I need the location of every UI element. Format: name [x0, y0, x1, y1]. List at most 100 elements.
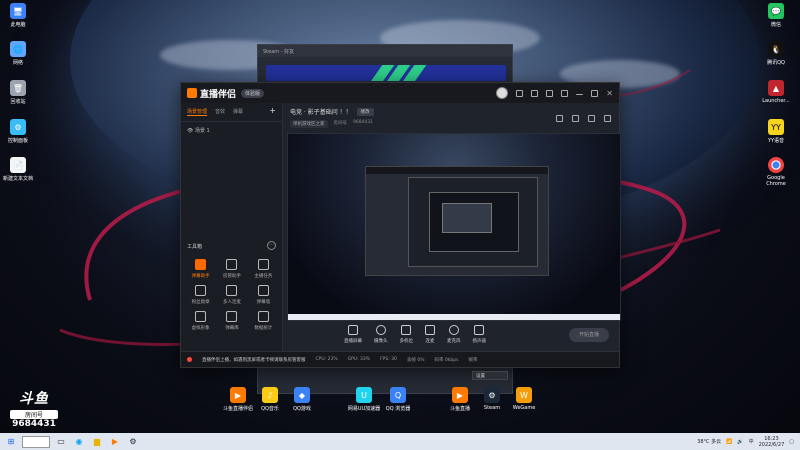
- douyu-watermark: 斗鱼 房间号 9684431: [10, 388, 58, 429]
- desktop-icon-computer[interactable]: 🖥 此电脑: [0, 3, 36, 28]
- desktop-icon-chrome[interactable]: Google Chrome: [758, 157, 794, 187]
- stream-preview[interactable]: [287, 133, 621, 321]
- desktop-icon-control-panel[interactable]: ⚙ 控制面板: [0, 119, 36, 144]
- app-titlebar[interactable]: 直播伴侣 体验版 ✕: [181, 83, 619, 103]
- desktop-icon-text-document[interactable]: 📄 新建文本文档: [0, 157, 36, 182]
- wegame-icon: W: [516, 387, 532, 403]
- tool-danmu-library[interactable]: 弹幕库: [216, 311, 247, 331]
- desktop-icon-wegame[interactable]: W WeGame: [506, 387, 542, 411]
- control-panel-icon: ⚙: [10, 119, 26, 135]
- add-scene-button[interactable]: +: [269, 107, 276, 116]
- settings-icon[interactable]: [546, 89, 554, 97]
- stat-framerate: 帧率: [468, 357, 478, 363]
- tab-audio[interactable]: 音效: [215, 108, 225, 116]
- desktop-icon-douyu-live[interactable]: ▶ 斗鱼直播: [442, 387, 478, 412]
- tool-streamer-tasks[interactable]: 主播任务: [248, 259, 279, 279]
- qq-icon: 🐧: [768, 41, 784, 57]
- desktop-icon-wechat[interactable]: 💬 微信: [758, 3, 794, 28]
- notification-icon[interactable]: ▢: [789, 439, 794, 445]
- task-view-icon[interactable]: ▭: [54, 436, 68, 448]
- desktop-icon-qq[interactable]: 🐧 腾讯QQ: [758, 41, 794, 66]
- volume-icon[interactable]: 🔊: [737, 439, 743, 445]
- control-speaker[interactable]: 扬声器: [473, 325, 486, 344]
- statistics-icon: [257, 311, 269, 322]
- screen-icon: [348, 325, 358, 335]
- scene-item[interactable]: 👁 场景 1: [181, 122, 282, 139]
- tool-avatar[interactable]: 虚拟形象: [185, 311, 216, 331]
- tool-danmu-assistant[interactable]: 弹幕助手: [185, 259, 216, 279]
- message-icon[interactable]: [531, 89, 539, 97]
- main-toolbar: [556, 115, 611, 122]
- windows-start-icon[interactable]: ⊞: [4, 436, 18, 448]
- camera-icon: [375, 325, 386, 335]
- tab-danmu[interactable]: 弹幕: [233, 108, 243, 116]
- desktop-icon-uu[interactable]: U 网易UU加速器: [346, 387, 382, 412]
- desktop-icon-network[interactable]: 🌐 网络: [0, 41, 36, 66]
- room-category[interactable]: 单机游戏区之家: [290, 120, 328, 128]
- edit-room-button[interactable]: 修改: [356, 107, 374, 116]
- computer-icon: 🖥: [10, 3, 26, 19]
- wechat-icon: 💬: [768, 3, 784, 19]
- douyu-taskbar-icon[interactable]: ▶: [108, 436, 122, 448]
- medal-icon: [195, 285, 207, 296]
- tab-scenes[interactable]: 场景管理: [187, 108, 208, 116]
- douyu-room-number: 9684431: [12, 419, 56, 429]
- record-icon[interactable]: [572, 115, 579, 122]
- tool-fan-medal[interactable]: 粉丝勋章: [185, 285, 216, 305]
- taskbar-search[interactable]: [22, 435, 50, 448]
- control-multi-camera[interactable]: 多机位: [400, 325, 413, 344]
- steam-taskbar-icon[interactable]: ⚙: [126, 436, 140, 448]
- desktop-icon-recycle-bin[interactable]: 🗑 回收站: [0, 80, 36, 105]
- clip-icon[interactable]: [588, 115, 595, 122]
- control-screen[interactable]: 直播屏幕: [344, 325, 362, 344]
- desktop-icon-douyu-companion[interactable]: ▶ 斗鱼直播伴侣: [220, 387, 256, 412]
- settings-dropdown[interactable]: 设置: [472, 371, 508, 380]
- edge-icon[interactable]: ◉: [72, 436, 86, 448]
- tool-statistics[interactable]: 数据统计: [248, 311, 279, 331]
- background-window-title: Steam - 好友: [258, 45, 512, 57]
- share-icon[interactable]: [604, 115, 611, 122]
- windows-taskbar: ⊞ ▭ ◉ ▆ ▶ ⚙ 38°C 多云 📶 🔊 中 16:23 2022/6/2…: [0, 433, 800, 450]
- desktop-icon-qq-game[interactable]: ◆ QQ游戏: [284, 387, 320, 412]
- preview-nested-window: [365, 166, 549, 276]
- gift-icon[interactable]: [516, 89, 524, 97]
- tool-danmu-wall[interactable]: 弹幕墙: [248, 285, 279, 305]
- toolbox-more-button[interactable]: ···: [267, 241, 276, 250]
- desktop-icon-steam[interactable]: ⚙ Steam: [474, 387, 510, 411]
- tool-multi-link[interactable]: 多人连麦: [216, 285, 247, 305]
- menu-icon[interactable]: [561, 89, 569, 97]
- desktop-icon-qq-music[interactable]: ♪ QQ音乐: [252, 387, 288, 412]
- control-microphone[interactable]: 麦克风: [447, 325, 461, 344]
- status-notice[interactable]: 直播伴侣上播，如遇到黑屏或者卡顿请联系房管客服: [202, 357, 306, 363]
- danmu-assistant-icon: [195, 259, 207, 270]
- go-live-button[interactable]: 开始直播: [569, 328, 609, 342]
- explorer-icon[interactable]: ▆: [90, 436, 104, 448]
- input-language[interactable]: 中: [749, 438, 754, 445]
- library-icon: [226, 311, 238, 322]
- douyu-watermark-logo: 斗鱼: [19, 391, 49, 407]
- qq-browser-icon: Q: [390, 387, 406, 403]
- douyu-companion-window[interactable]: 直播伴侣 体验版 ✕ 场景管理 音效 弹幕 + 👁 场景 1 工具箱 ··· 弹…: [180, 82, 621, 368]
- desktop-icon-qq-browser[interactable]: Q QQ 浏览器: [380, 387, 416, 412]
- maximize-icon[interactable]: [591, 89, 599, 97]
- tool-room-admin[interactable]: 房管助手: [216, 259, 247, 279]
- desktop-icon-yy[interactable]: YY YY语音: [758, 119, 794, 144]
- control-camera[interactable]: 摄像头: [374, 325, 388, 344]
- multi-link-icon: [226, 285, 238, 296]
- weather-widget[interactable]: 38°C 多云: [697, 438, 721, 445]
- chrome-icon: [768, 157, 784, 173]
- eye-icon[interactable]: 👁: [187, 128, 193, 134]
- uu-accelerator-icon: U: [356, 387, 372, 403]
- layout-icon[interactable]: [556, 115, 563, 122]
- close-icon[interactable]: ✕: [606, 89, 613, 98]
- notice-icon: [187, 357, 192, 362]
- control-link-mic[interactable]: 连麦: [425, 325, 435, 344]
- version-badge: 体验版: [241, 88, 265, 98]
- network-tray-icon[interactable]: 📶: [726, 439, 732, 445]
- minimize-icon[interactable]: [576, 91, 584, 95]
- desktop-icon-launcher[interactable]: ▲ Launcher...: [758, 80, 794, 104]
- background-window-banner: [266, 65, 506, 81]
- avatar[interactable]: [496, 87, 509, 99]
- douyu-logo-icon: [187, 88, 197, 98]
- taskbar-clock[interactable]: 16:23 2022/6/27: [759, 436, 785, 448]
